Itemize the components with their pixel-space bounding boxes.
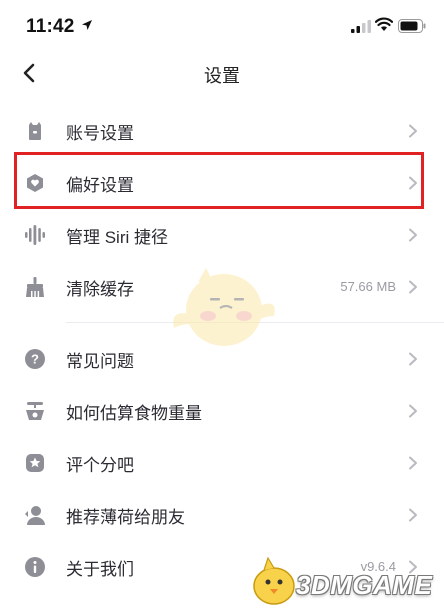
cellular-signal-icon [351,20,371,33]
location-arrow-icon [82,20,92,30]
recommend-icon [25,506,45,525]
settings-item-siri-shortcuts[interactable]: 管理 Siri 捷径 [0,209,444,261]
navigation-bar: 设置 [0,54,444,94]
chick-logo-icon [253,556,295,605]
battery-icon [398,19,426,33]
watermark-logo: 3DMGAME [248,552,444,611]
settings-item-preferences[interactable]: 偏好设置 [0,157,444,209]
settings-item-recommend[interactable]: 推荐薄荷给朋友 [0,489,444,541]
status-bar: 11:42 [0,0,444,54]
wifi-icon [375,17,393,31]
settings-item-label: 评个分吧 [66,456,134,475]
account-icon [29,122,41,140]
status-time: 11:42 [26,16,75,37]
chevron-right-icon [409,228,417,242]
scale-icon [26,402,44,420]
settings-item-rate[interactable]: 评个分吧 [0,437,444,489]
chevron-right-icon [409,176,417,190]
settings-item-label: 推荐薄荷给朋友 [66,508,185,527]
settings-item-label: 账号设置 [66,124,134,143]
svg-text:?: ? [31,352,39,367]
settings-item-food-weight[interactable]: 如何估算食物重量 [0,385,444,437]
settings-item-label: 关于我们 [66,560,134,579]
watermark-text: 3DMGAME [296,570,433,600]
rate-icon [26,454,44,472]
preference-icon [27,174,43,192]
page-title: 设置 [204,66,240,86]
chevron-right-icon [409,508,417,522]
broom-icon [26,277,44,297]
info-icon [25,557,45,577]
chevron-right-icon [409,124,417,138]
siri-icon [25,225,45,245]
settings-item-label: 常见问题 [66,352,134,371]
settings-item-account[interactable]: 账号设置 [0,105,444,157]
chevron-right-icon [409,456,417,470]
chevron-right-icon [409,352,417,366]
cache-size-value: 57.66 MB [340,279,396,294]
settings-item-label: 如何估算食物重量 [66,404,202,423]
settings-item-label: 清除缓存 [66,280,134,299]
chevron-right-icon [409,280,417,294]
settings-item-label: 偏好设置 [66,176,134,195]
question-icon: ? [25,349,45,369]
chevron-right-icon [409,404,417,418]
settings-item-label: 管理 Siri 捷径 [66,228,168,247]
mascot-illustration [173,268,275,346]
